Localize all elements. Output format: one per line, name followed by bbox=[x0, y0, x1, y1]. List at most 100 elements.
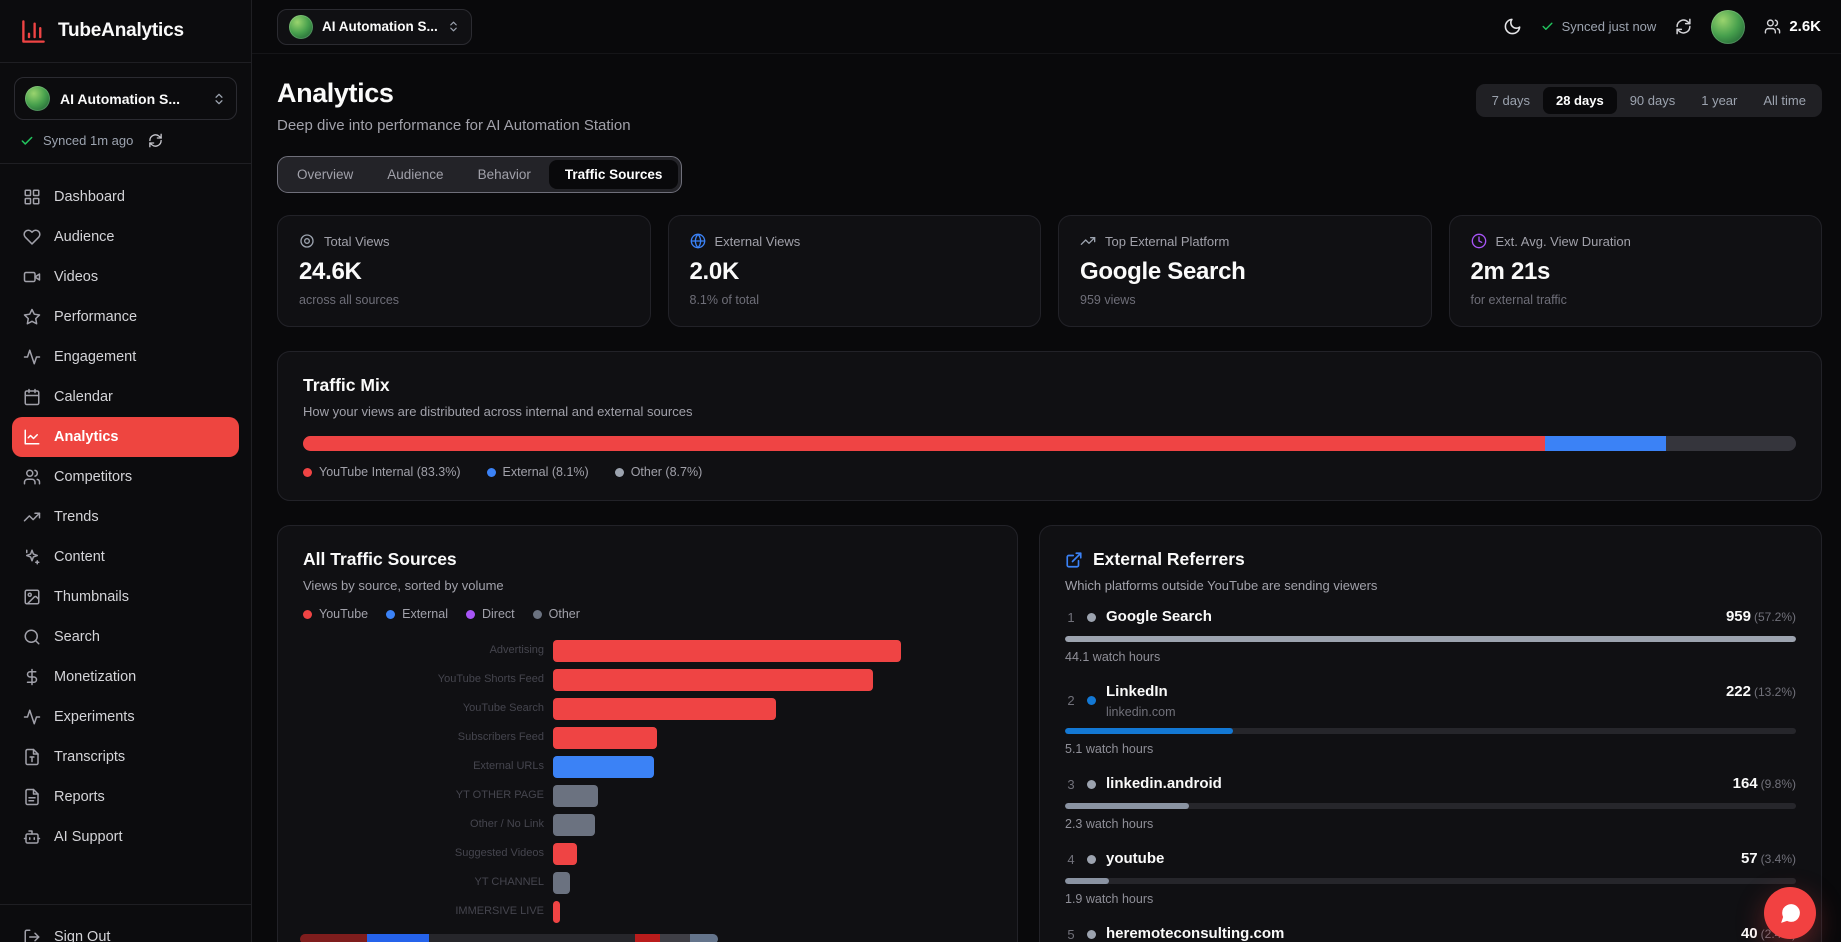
tab-overview[interactable]: Overview bbox=[281, 160, 369, 189]
chart-bar bbox=[553, 814, 595, 836]
referrer-identity: 1Google Search bbox=[1065, 607, 1212, 627]
star-icon bbox=[23, 308, 41, 326]
chart-row-label: Advertising bbox=[303, 645, 553, 657]
chart-row: YT OTHER PAGE bbox=[303, 785, 992, 807]
sidebar-item-videos[interactable]: Videos bbox=[12, 257, 239, 297]
chat-bubble-icon bbox=[1778, 901, 1803, 926]
stat-value: 24.6K bbox=[299, 258, 629, 286]
legend-dot bbox=[615, 468, 624, 477]
stat-label: Total Views bbox=[324, 234, 390, 249]
sidebar-item-audience[interactable]: Audience bbox=[12, 217, 239, 257]
sidebar-item-transcripts[interactable]: Transcripts bbox=[12, 737, 239, 777]
tab-behavior[interactable]: Behavior bbox=[462, 160, 547, 189]
log-out-icon bbox=[23, 928, 41, 942]
topbar-channel-selector[interactable]: AI Automation S... bbox=[277, 9, 472, 45]
referrer-name: youtube bbox=[1106, 849, 1164, 869]
sidebar-sync-label: Synced 1m ago bbox=[43, 133, 133, 148]
chart-row-label: External URLs bbox=[303, 761, 553, 773]
tab-audience[interactable]: Audience bbox=[371, 160, 459, 189]
legend-label: Direct bbox=[482, 607, 515, 621]
sidebar-item-content[interactable]: Content bbox=[12, 537, 239, 577]
sidebar-item-ai-support[interactable]: AI Support bbox=[12, 817, 239, 857]
sidebar-item-competitors[interactable]: Competitors bbox=[12, 457, 239, 497]
app-logo: TubeAnalytics bbox=[0, 0, 251, 63]
referrer-row: 5heremoteconsulting.com40(2.4%) bbox=[1065, 924, 1796, 942]
users-icon bbox=[23, 468, 41, 486]
legend-label: External bbox=[402, 607, 448, 621]
sidebar-item-trends[interactable]: Trends bbox=[12, 497, 239, 537]
referrer-progress-track bbox=[1065, 803, 1796, 809]
legend-item: External bbox=[386, 607, 448, 621]
chart-row: Other / No Link bbox=[303, 814, 992, 836]
sidebar-item-label: Audience bbox=[54, 229, 114, 245]
referrer-views: 959 bbox=[1726, 608, 1751, 625]
sidebar-item-thumbnails[interactable]: Thumbnails bbox=[12, 577, 239, 617]
chart-row-label-text: External URLs bbox=[473, 761, 544, 773]
chart-row-label: YT OTHER PAGE bbox=[303, 790, 553, 802]
legend-label: YouTube Internal (83.3%) bbox=[319, 465, 461, 479]
sources-title: All Traffic Sources bbox=[303, 549, 992, 570]
chart-bar bbox=[553, 727, 657, 749]
sign-out-button[interactable]: Sign Out bbox=[12, 917, 239, 942]
strip-segment bbox=[300, 934, 367, 942]
traffic-mix-legend: YouTube Internal (83.3%)External (8.1%)O… bbox=[303, 465, 1796, 479]
referrer-row-header: 3linkedin.android164(9.8%) bbox=[1065, 774, 1796, 794]
referrer-progress-fill bbox=[1065, 636, 1796, 642]
sidebar-item-dashboard[interactable]: Dashboard bbox=[12, 177, 239, 217]
sources-bar-chart: AdvertisingYouTube Shorts FeedYouTube Se… bbox=[303, 640, 992, 923]
chart-row-label: Suggested Videos bbox=[303, 848, 553, 860]
sidebar-item-engagement[interactable]: Engagement bbox=[12, 337, 239, 377]
chart-row: IMMERSIVE LIVE bbox=[303, 901, 992, 923]
referrer-name: Google Search bbox=[1106, 607, 1212, 627]
sidebar-item-analytics[interactable]: Analytics bbox=[12, 417, 239, 457]
referrer-row: 2LinkedInlinkedin.com222(13.2%)5.1 watch… bbox=[1065, 682, 1796, 756]
range-button-90-days[interactable]: 90 days bbox=[1617, 87, 1689, 114]
image-icon bbox=[23, 588, 41, 606]
target-icon bbox=[299, 233, 315, 249]
referrer-percent: (3.4%) bbox=[1761, 852, 1796, 866]
sidebar-channel-selector[interactable]: AI Automation S... bbox=[14, 77, 237, 120]
sidebar-item-search[interactable]: Search bbox=[12, 617, 239, 657]
chart-row-label: YT CHANNEL bbox=[303, 877, 553, 889]
range-button-1-year[interactable]: 1 year bbox=[1688, 87, 1750, 114]
stat-sub-label: for external traffic bbox=[1471, 293, 1801, 307]
sidebar-item-experiments[interactable]: Experiments bbox=[12, 697, 239, 737]
all-traffic-sources-card: All Traffic Sources Views by source, sor… bbox=[277, 525, 1018, 942]
users-icon bbox=[1764, 18, 1781, 35]
referrer-progress-fill bbox=[1065, 728, 1233, 734]
referrer-row: 1Google Search959(57.2%)44.1 watch hours bbox=[1065, 607, 1796, 664]
chat-widget-button[interactable] bbox=[1764, 887, 1816, 939]
page-subtitle: Deep dive into performance for AI Automa… bbox=[277, 117, 631, 134]
range-button-28-days[interactable]: 28 days bbox=[1543, 87, 1617, 114]
tab-traffic-sources[interactable]: Traffic Sources bbox=[549, 160, 679, 189]
referrer-views: 164 bbox=[1733, 775, 1758, 792]
range-button-all-time[interactable]: All time bbox=[1750, 87, 1819, 114]
check-icon bbox=[20, 134, 34, 148]
sidebar-item-reports[interactable]: Reports bbox=[12, 777, 239, 817]
referrer-row-header: 4youtube57(3.4%) bbox=[1065, 849, 1796, 869]
moon-icon bbox=[1503, 17, 1522, 36]
referrer-dot bbox=[1087, 855, 1096, 864]
sidebar-item-monetization[interactable]: Monetization bbox=[12, 657, 239, 697]
sidebar-item-label: Reports bbox=[54, 789, 105, 805]
stat-card-external-views: External Views2.0K8.1% of total bbox=[668, 215, 1042, 327]
sidebar-item-calendar[interactable]: Calendar bbox=[12, 377, 239, 417]
range-button-7-days[interactable]: 7 days bbox=[1479, 87, 1543, 114]
chart-bar bbox=[553, 698, 776, 720]
sources-legend: YouTubeExternalDirectOther bbox=[303, 607, 992, 621]
referrer-progress-track bbox=[1065, 728, 1796, 734]
referrer-domain: linkedin.com bbox=[1106, 705, 1175, 719]
analytics-tabs: OverviewAudienceBehaviorTraffic Sources bbox=[277, 156, 682, 193]
dark-mode-toggle[interactable] bbox=[1503, 17, 1522, 36]
user-avatar[interactable] bbox=[1711, 10, 1745, 44]
search-icon bbox=[23, 628, 41, 646]
legend-item: Other bbox=[533, 607, 580, 621]
sidebar-item-performance[interactable]: Performance bbox=[12, 297, 239, 337]
refresh-button[interactable] bbox=[1675, 18, 1692, 35]
refresh-icon[interactable] bbox=[148, 133, 163, 148]
mix-segment-youtube-internal-83-3 bbox=[303, 436, 1545, 451]
page-header: Analytics Deep dive into performance for… bbox=[277, 78, 631, 134]
chart-row-label: IMMERSIVE LIVE bbox=[303, 906, 553, 918]
chart-row: YouTube Search bbox=[303, 698, 992, 720]
stat-card-header: External Views bbox=[690, 233, 1020, 249]
